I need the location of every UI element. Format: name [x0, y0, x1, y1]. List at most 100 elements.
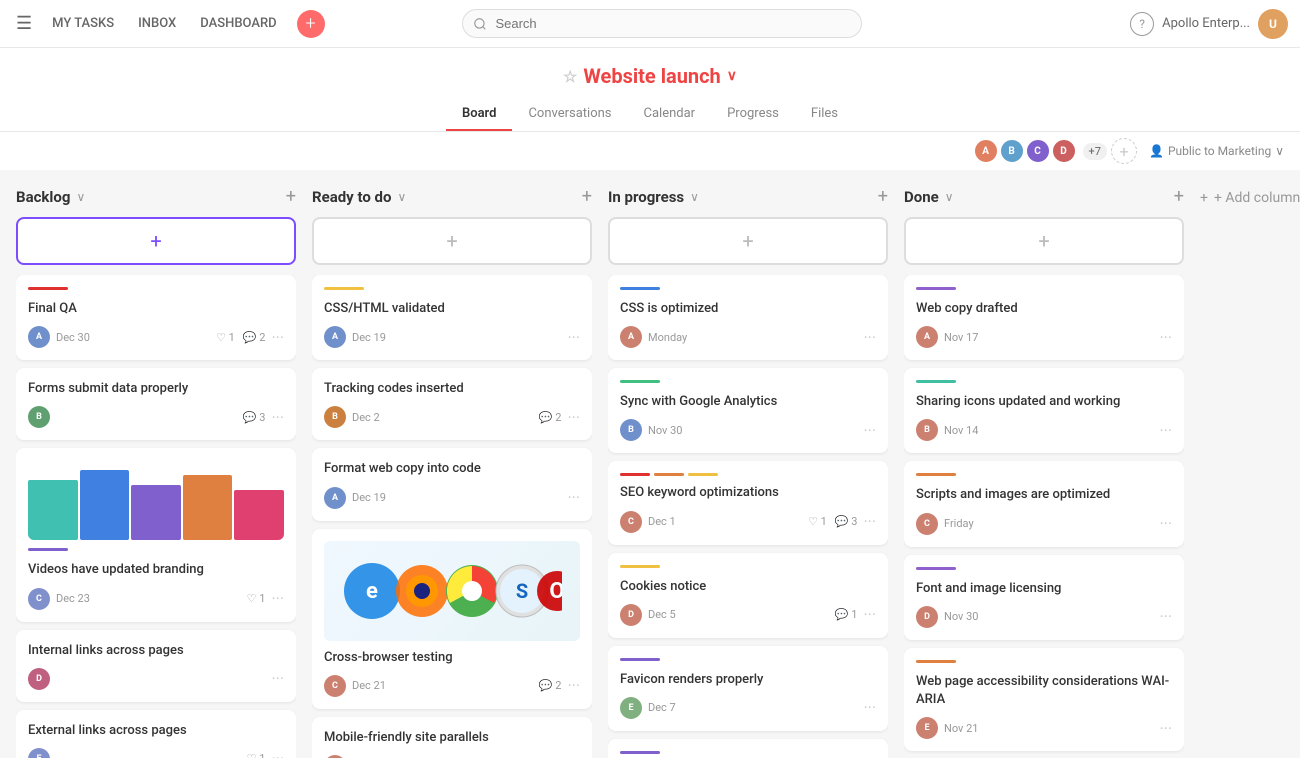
card-date: Nov 21 [944, 722, 1153, 735]
card-more-icon[interactable]: ··· [271, 328, 284, 347]
card-more-icon[interactable]: ··· [863, 328, 876, 347]
card-more-icon[interactable]: ··· [1159, 719, 1172, 738]
card-footer: B Nov 14 ··· [916, 419, 1172, 441]
card-more-icon[interactable]: ··· [863, 421, 876, 440]
card-more-icon[interactable]: ··· [271, 589, 284, 608]
inprogress-add-card-button[interactable]: + [608, 217, 888, 265]
card-meta: ♡ 1 [247, 592, 266, 605]
column-title-ready: Ready to do [312, 188, 391, 206]
card-sync-analytics[interactable]: Sync with Google Analytics B Nov 30 ··· [608, 368, 888, 453]
card-more-icon[interactable]: ··· [271, 669, 284, 688]
card-more-icon[interactable]: ··· [863, 512, 876, 531]
member-avatar-1[interactable]: A [973, 138, 999, 164]
menu-icon[interactable]: ☰ [12, 9, 36, 38]
card-title: Forms submit data properly [28, 380, 284, 398]
card-more-icon[interactable]: ··· [567, 328, 580, 347]
priority-indicator [620, 658, 660, 661]
members-count-badge[interactable]: +7 [1083, 143, 1107, 160]
backlog-add-card-button[interactable]: + [16, 217, 296, 265]
card-avatar: E [916, 717, 938, 739]
done-add-icon[interactable]: + [1174, 186, 1184, 207]
card-more-icon[interactable]: ··· [863, 698, 876, 717]
add-column-icon: + [1200, 190, 1208, 206]
card-css-html[interactable]: CSS/HTML validated A Dec 19 ··· [312, 275, 592, 360]
add-column-button[interactable]: + + Add column [1200, 186, 1300, 206]
card-more-icon[interactable]: ··· [1159, 607, 1172, 626]
card-more-icon[interactable]: ··· [1159, 328, 1172, 347]
done-chevron-icon[interactable]: ∨ [945, 190, 954, 204]
card-more-icon[interactable]: ··· [271, 408, 284, 427]
card-date: Dec 19 [352, 491, 561, 504]
card-web-copy-drafted[interactable]: Web copy drafted A Nov 17 ··· [904, 275, 1184, 360]
done-add-card-button[interactable]: + [904, 217, 1184, 265]
tab-board[interactable]: Board [446, 98, 512, 131]
card-cookies-notice[interactable]: Cookies notice D Dec 5 💬 1 ··· [608, 553, 888, 638]
card-more-icon[interactable]: ··· [567, 676, 580, 695]
user-avatar[interactable]: U [1258, 9, 1288, 39]
priority-indicator [620, 287, 660, 290]
card-date: Dec 2 [352, 411, 533, 424]
card-forms-submit[interactable]: Forms submit data properly B 💬 3 ··· [16, 368, 296, 440]
card-scripts-images[interactable]: Scripts and images are optimized C Frida… [904, 461, 1184, 546]
ready-chevron-icon[interactable]: ∨ [397, 190, 406, 204]
card-external-links[interactable]: External links across pages E ♡ 1 ··· [16, 710, 296, 758]
dashboard-link[interactable]: DASHBOARD [192, 12, 284, 35]
inprogress-chevron-icon[interactable]: ∨ [690, 190, 699, 204]
project-dropdown-icon[interactable]: ∨ [727, 68, 737, 84]
card-mobile-friendly[interactable]: Mobile-friendly site parallels D Dec 22 … [312, 717, 592, 758]
card-more-icon[interactable]: ··· [567, 488, 580, 507]
card-cross-browser[interactable]: e S [312, 529, 592, 709]
tab-progress[interactable]: Progress [711, 98, 795, 131]
card-final-qa[interactable]: Final QA A Dec 30 ♡ 1 💬 2 ··· [16, 275, 296, 360]
card-tracking-codes[interactable]: Tracking codes inserted B Dec 2 💬 2 ··· [312, 368, 592, 440]
my-tasks-link[interactable]: MY TASKS [44, 12, 122, 35]
card-videos-branding[interactable]: Videos have updated branding C Dec 23 ♡ … [16, 448, 296, 621]
tab-calendar[interactable]: Calendar [628, 98, 712, 131]
card-favicon[interactable]: Favicon renders properly E Dec 7 ··· [608, 646, 888, 731]
member-avatar-3[interactable]: C [1025, 138, 1051, 164]
card-font-licensing[interactable]: Font and image licensing D Nov 30 ··· [904, 555, 1184, 640]
card-avatar: C [324, 675, 346, 697]
card-avatar: B [620, 419, 642, 441]
card-title: Mobile-friendly site parallels [324, 729, 580, 747]
card-css-optimized[interactable]: CSS is optimized A Monday ··· [608, 275, 888, 360]
card-date: Dec 1 [648, 515, 802, 528]
visibility-label[interactable]: 👤 Public to Marketing ∨ [1149, 144, 1284, 158]
card-title: Cross-browser testing [324, 649, 580, 667]
card-format-web[interactable]: Format web copy into code A Dec 19 ··· [312, 448, 592, 520]
add-project-button[interactable]: + [297, 10, 325, 38]
card-title: CSS is optimized [620, 300, 876, 318]
member-avatar-4[interactable]: D [1051, 138, 1077, 164]
card-accessibility[interactable]: Web page accessibility considerations WA… [904, 648, 1184, 751]
help-button[interactable]: ? [1130, 12, 1154, 36]
card-date: Dec 7 [648, 701, 857, 714]
card-date: Dec 5 [648, 608, 829, 621]
card-title: Internal links across pages [28, 642, 284, 660]
tab-files[interactable]: Files [795, 98, 854, 131]
card-more-icon[interactable]: ··· [863, 605, 876, 624]
inprogress-add-icon[interactable]: + [878, 186, 888, 207]
member-avatar-2[interactable]: B [999, 138, 1025, 164]
card-more-icon[interactable]: ··· [1159, 514, 1172, 533]
tab-conversations[interactable]: Conversations [512, 98, 627, 131]
project-header: ☆ Website launch ∨ Board Conversations C… [0, 48, 1300, 132]
card-web-copy-reviewed[interactable]: Web copy reviewed F Dec 9 ··· [608, 739, 888, 758]
card-sharing-icons[interactable]: Sharing icons updated and working B Nov … [904, 368, 1184, 453]
backlog-chevron-icon[interactable]: ∨ [76, 190, 85, 204]
svg-text:S: S [516, 579, 528, 603]
card-internal-links[interactable]: Internal links across pages D ··· [16, 630, 296, 702]
star-icon[interactable]: ☆ [563, 67, 577, 86]
card-seo-keywords[interactable]: SEO keyword optimizations C Dec 1 ♡ 1 💬 … [608, 461, 888, 544]
ready-add-icon[interactable]: + [582, 186, 592, 207]
add-member-button[interactable]: + [1111, 138, 1137, 164]
backlog-add-icon[interactable]: + [286, 186, 296, 207]
card-more-icon[interactable]: ··· [567, 408, 580, 427]
inbox-link[interactable]: INBOX [130, 12, 184, 35]
priority-indicator [620, 751, 660, 754]
card-more-icon[interactable]: ··· [271, 749, 284, 758]
card-avatar: E [620, 697, 642, 719]
search-input[interactable] [462, 9, 862, 38]
ready-add-card-button[interactable]: + [312, 217, 592, 265]
card-avatar: D [620, 604, 642, 626]
card-more-icon[interactable]: ··· [1159, 421, 1172, 440]
